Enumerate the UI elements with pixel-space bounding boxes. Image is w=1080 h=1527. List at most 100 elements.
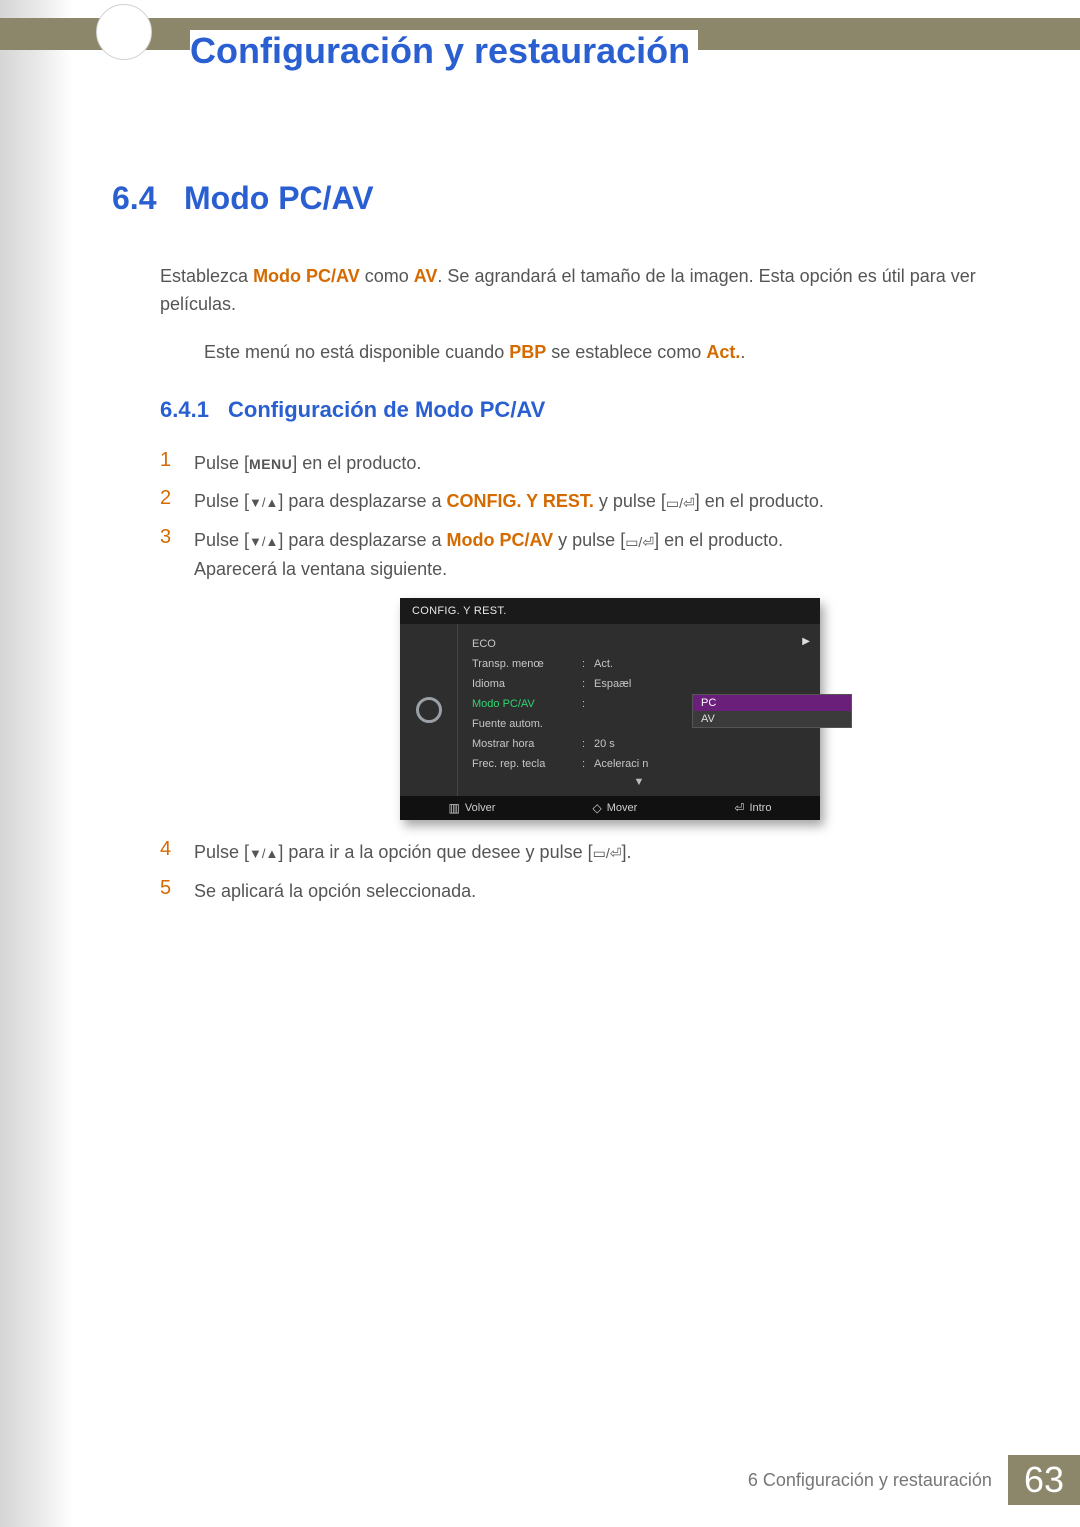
source-return-icon: ▭/⏎: [666, 496, 695, 510]
subsection-number: 6.4.1: [160, 397, 228, 423]
osd-main-panel: ▶ ECO Transp. menœ:Act. Idioma:Espaæl Mo…: [458, 624, 820, 796]
text: como: [360, 266, 414, 286]
gear-icon: [416, 697, 442, 723]
enter-icon: ⏎: [734, 801, 744, 815]
osd-screenshot: CONFIG. Y REST. ▶ ECO Transp. menœ:Act. …: [400, 598, 820, 820]
colon: :: [582, 758, 594, 770]
text: ] para desplazarse a: [278, 530, 446, 550]
osd-label: Mostrar hora: [472, 738, 582, 750]
text: ] para desplazarse a: [278, 491, 446, 511]
step-body: Pulse [▼/▲] para desplazarse a CONFIG. Y…: [194, 487, 1000, 516]
osd-value: Espaæl: [594, 678, 806, 690]
osd-left-panel: [400, 624, 458, 796]
osd-dropdown: PC AV: [692, 694, 852, 728]
osd-value: 20 s: [594, 738, 806, 750]
step-5: 5 Se aplicará la opción seleccionada.: [160, 877, 1000, 906]
left-gradient-stripe: [0, 0, 72, 1527]
page-number: 63: [1008, 1455, 1080, 1505]
text: ] en el producto.: [654, 530, 783, 550]
text: ].: [621, 842, 631, 862]
step-number: 3: [160, 526, 194, 549]
text: ] en el producto.: [292, 453, 421, 473]
text: Aparecerá la ventana siguiente.: [194, 559, 447, 579]
text: Establezca: [160, 266, 253, 286]
highlight-pbp: PBP: [509, 342, 546, 362]
section-heading: 6.4Modo PC/AV: [112, 180, 1000, 217]
page-content: 6.4Modo PC/AV Establezca Modo PC/AV como…: [112, 180, 1000, 915]
osd-footer-label: Mover: [607, 802, 638, 814]
step-body: Pulse [▼/▲] para desplazarse a Modo PC/A…: [194, 526, 1000, 584]
highlight-modo-pcav: Modo PC/AV: [447, 530, 554, 550]
osd-row-eco: ECO: [472, 634, 806, 654]
down-up-arrow-icon: ▼/▲: [249, 535, 278, 548]
footer-chapter-label: 6 Configuración y restauración: [732, 1455, 1008, 1505]
step-number: 5: [160, 877, 194, 900]
text: Este menú no está disponible cuando: [204, 342, 509, 362]
colon: :: [582, 658, 594, 670]
text: ] para ir a la opción que desee y pulse …: [278, 842, 592, 862]
subsection-title: Configuración de Modo PC/AV: [228, 397, 545, 422]
colon: :: [582, 678, 594, 690]
step-2: 2 Pulse [▼/▲] para desplazarse a CONFIG.…: [160, 487, 1000, 516]
osd-label: Fuente autom.: [472, 718, 582, 730]
back-icon: ▥: [449, 801, 460, 815]
step-number: 2: [160, 487, 194, 510]
osd-footer-enter: ⏎ Intro: [734, 801, 771, 815]
text: se establece como: [546, 342, 706, 362]
highlight-av: AV: [414, 266, 438, 286]
step-number: 1: [160, 449, 194, 472]
osd-footer-move: ◇ Mover: [593, 801, 638, 815]
step-body: Pulse [MENU] en el producto.: [194, 449, 1000, 478]
osd-value: Aceleraci n: [594, 758, 806, 770]
osd-footer-back: ▥ Volver: [449, 801, 496, 815]
osd-footer-label: Volver: [465, 802, 496, 814]
osd-footer-label: Intro: [749, 802, 771, 814]
source-return-icon: ▭/⏎: [625, 535, 654, 549]
step-body: Se aplicará la opción seleccionada.: [194, 877, 1000, 906]
osd-footer: ▥ Volver ◇ Mover ⏎ Intro: [400, 796, 820, 820]
text: Se aplicará la opción seleccionada.: [194, 881, 476, 901]
osd-value: Act.: [594, 658, 806, 670]
section-number: 6.4: [112, 180, 184, 217]
osd-label: Transp. menœ: [472, 658, 582, 670]
note-block: Este menú no está disponible cuando PBP …: [204, 339, 1000, 367]
down-up-arrow-icon: ▼/▲: [249, 496, 278, 509]
right-arrow-icon: ▶: [802, 636, 810, 647]
text: Pulse [: [194, 453, 249, 473]
highlight-act: Act.: [706, 342, 740, 362]
chapter-number-circle: [96, 4, 152, 60]
text: y pulse [: [553, 530, 625, 550]
intro-paragraph: Establezca Modo PC/AV como AV. Se agrand…: [160, 263, 1000, 319]
osd-row-idioma: Idioma:Espaæl: [472, 674, 806, 694]
text: y pulse [: [594, 491, 666, 511]
move-icon: ◇: [593, 801, 602, 815]
text: Pulse [: [194, 491, 249, 511]
source-return-icon: ▭/⏎: [593, 846, 622, 860]
step-number: 4: [160, 838, 194, 861]
osd-body: ▶ ECO Transp. menœ:Act. Idioma:Espaæl Mo…: [400, 624, 820, 796]
osd-label: Frec. rep. tecla: [472, 758, 582, 770]
osd-row-frec-rep: Frec. rep. tecla:Aceleraci n: [472, 754, 806, 774]
down-arrow-icon: ▼: [472, 776, 806, 788]
text: .: [740, 342, 745, 362]
osd-option-pc: PC: [693, 695, 851, 711]
osd-label: Modo PC/AV: [472, 698, 582, 710]
step-1: 1 Pulse [MENU] en el producto.: [160, 449, 1000, 478]
step-3: 3 Pulse [▼/▲] para desplazarse a Modo PC…: [160, 526, 1000, 584]
osd-row-mostrar-hora: Mostrar hora:20 s: [472, 734, 806, 754]
osd-option-av: AV: [693, 711, 851, 727]
colon: :: [582, 698, 594, 710]
chapter-title: Configuración y restauración: [190, 30, 698, 72]
text: Pulse [: [194, 842, 249, 862]
step-list: 1 Pulse [MENU] en el producto. 2 Pulse […: [160, 449, 1000, 906]
section-title: Modo PC/AV: [184, 180, 374, 216]
osd-label: ECO: [472, 638, 582, 650]
text: ] en el producto.: [695, 491, 824, 511]
down-up-arrow-icon: ▼/▲: [249, 847, 278, 860]
colon: :: [582, 738, 594, 750]
page-footer: 6 Configuración y restauración 63: [732, 1455, 1080, 1505]
subsection-heading: 6.4.1Configuración de Modo PC/AV: [160, 397, 1000, 423]
text: Pulse [: [194, 530, 249, 550]
highlight-modo-pcav: Modo PC/AV: [253, 266, 360, 286]
osd-row-transp: Transp. menœ:Act.: [472, 654, 806, 674]
